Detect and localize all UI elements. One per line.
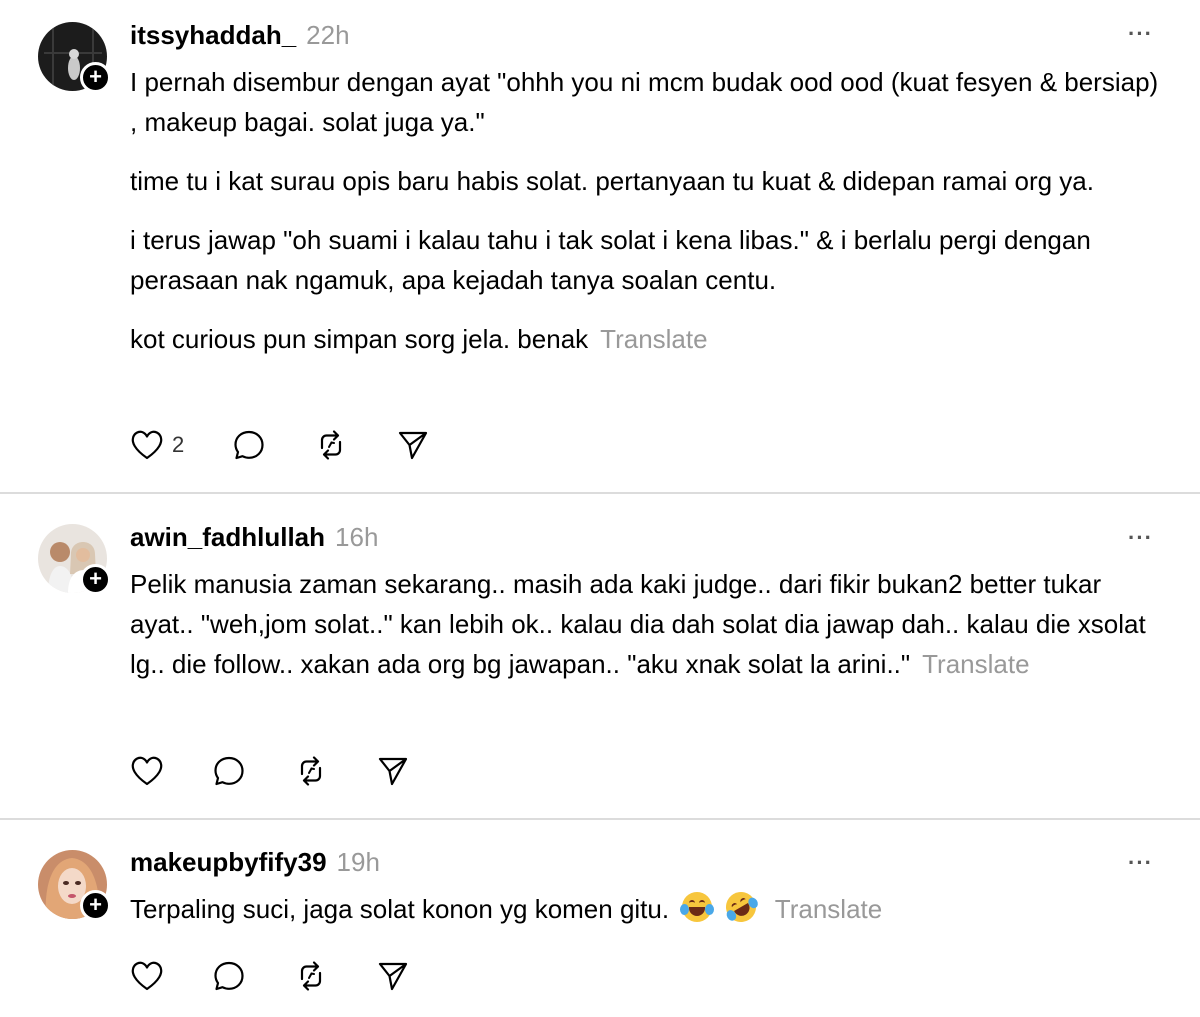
- follow-plus-icon[interactable]: +: [80, 62, 111, 93]
- reply-button[interactable]: [232, 428, 266, 462]
- face-with-tears-of-joy-icon: [680, 892, 715, 922]
- divider: [0, 818, 1200, 820]
- comment-icon: [232, 428, 266, 462]
- heart-icon: [130, 960, 164, 992]
- translate-link[interactable]: Translate: [600, 324, 707, 354]
- heart-icon: [130, 755, 164, 787]
- like-count: 2: [172, 432, 185, 457]
- username[interactable]: itssyhaddah_: [130, 20, 296, 50]
- share-button[interactable]: [376, 754, 410, 788]
- username[interactable]: makeupbyfify39: [130, 847, 327, 877]
- post-paragraph-last: Terpaling suci, jaga solat konon yg kome…: [130, 886, 1170, 929]
- translate-link[interactable]: Translate: [922, 649, 1029, 679]
- like-button[interactable]: [130, 755, 164, 787]
- action-bar: 2: [130, 425, 478, 465]
- repost-button[interactable]: [294, 959, 328, 993]
- comment-icon: [212, 959, 246, 993]
- post-body: I pernah disembur dengan ayat "ohhh you …: [130, 62, 1170, 378]
- timestamp[interactable]: 22h: [306, 20, 349, 50]
- share-button[interactable]: [376, 959, 410, 993]
- post-paragraph: i terus jawap "oh suami i kalau tahu i t…: [130, 225, 1091, 295]
- post-text: Terpaling suci, jaga solat konon yg kome…: [130, 894, 670, 924]
- repost-icon: [294, 754, 328, 788]
- repost-icon: [314, 428, 348, 462]
- post-header: awin_fadhlullah 16h: [130, 522, 378, 556]
- action-bar: [130, 956, 458, 996]
- post-paragraph: time tu i kat surau opis baru habis sola…: [130, 166, 1094, 196]
- timestamp[interactable]: 19h: [337, 847, 380, 877]
- send-icon: [376, 754, 410, 788]
- username[interactable]: awin_fadhlullah: [130, 522, 325, 552]
- repost-icon: [294, 959, 328, 993]
- repost-button[interactable]: [294, 754, 328, 788]
- timestamp[interactable]: 16h: [335, 522, 378, 552]
- post-paragraph-last: Pelik manusia zaman sekarang.. masih ada…: [130, 564, 1170, 684]
- follow-plus-icon[interactable]: +: [80, 890, 111, 921]
- post-body: Pelik manusia zaman sekarang.. masih ada…: [130, 564, 1170, 703]
- more-horizontal-icon[interactable]: ···: [1128, 23, 1160, 45]
- comment-icon: [212, 754, 246, 788]
- reply-button[interactable]: [212, 754, 246, 788]
- repost-button[interactable]: [314, 428, 348, 462]
- translate-link[interactable]: Translate: [775, 894, 882, 924]
- share-button[interactable]: [396, 428, 430, 462]
- follow-plus-icon[interactable]: +: [80, 564, 111, 595]
- heart-icon: [130, 429, 164, 461]
- like-button[interactable]: 2: [130, 429, 184, 461]
- post-paragraph-last: kot curious pun simpan sorg jela. benak T…: [130, 319, 1170, 359]
- action-bar: [130, 751, 458, 791]
- post-body: Terpaling suci, jaga solat konon yg kome…: [130, 886, 1170, 948]
- divider: [0, 492, 1200, 494]
- more-horizontal-icon[interactable]: ···: [1128, 527, 1160, 549]
- post-paragraph: I pernah disembur dengan ayat "ohhh you …: [130, 67, 1159, 137]
- post-header: makeupbyfify39 19h: [130, 847, 380, 881]
- send-icon: [376, 959, 410, 993]
- more-horizontal-icon[interactable]: ···: [1128, 852, 1160, 874]
- like-button[interactable]: [130, 960, 164, 992]
- post-text: kot curious pun simpan sorg jela. benak: [130, 324, 589, 354]
- send-icon: [396, 428, 430, 462]
- post-header: itssyhaddah_ 22h: [130, 20, 350, 54]
- rolling-on-floor-laughing-icon: [720, 886, 762, 928]
- reply-button[interactable]: [212, 959, 246, 993]
